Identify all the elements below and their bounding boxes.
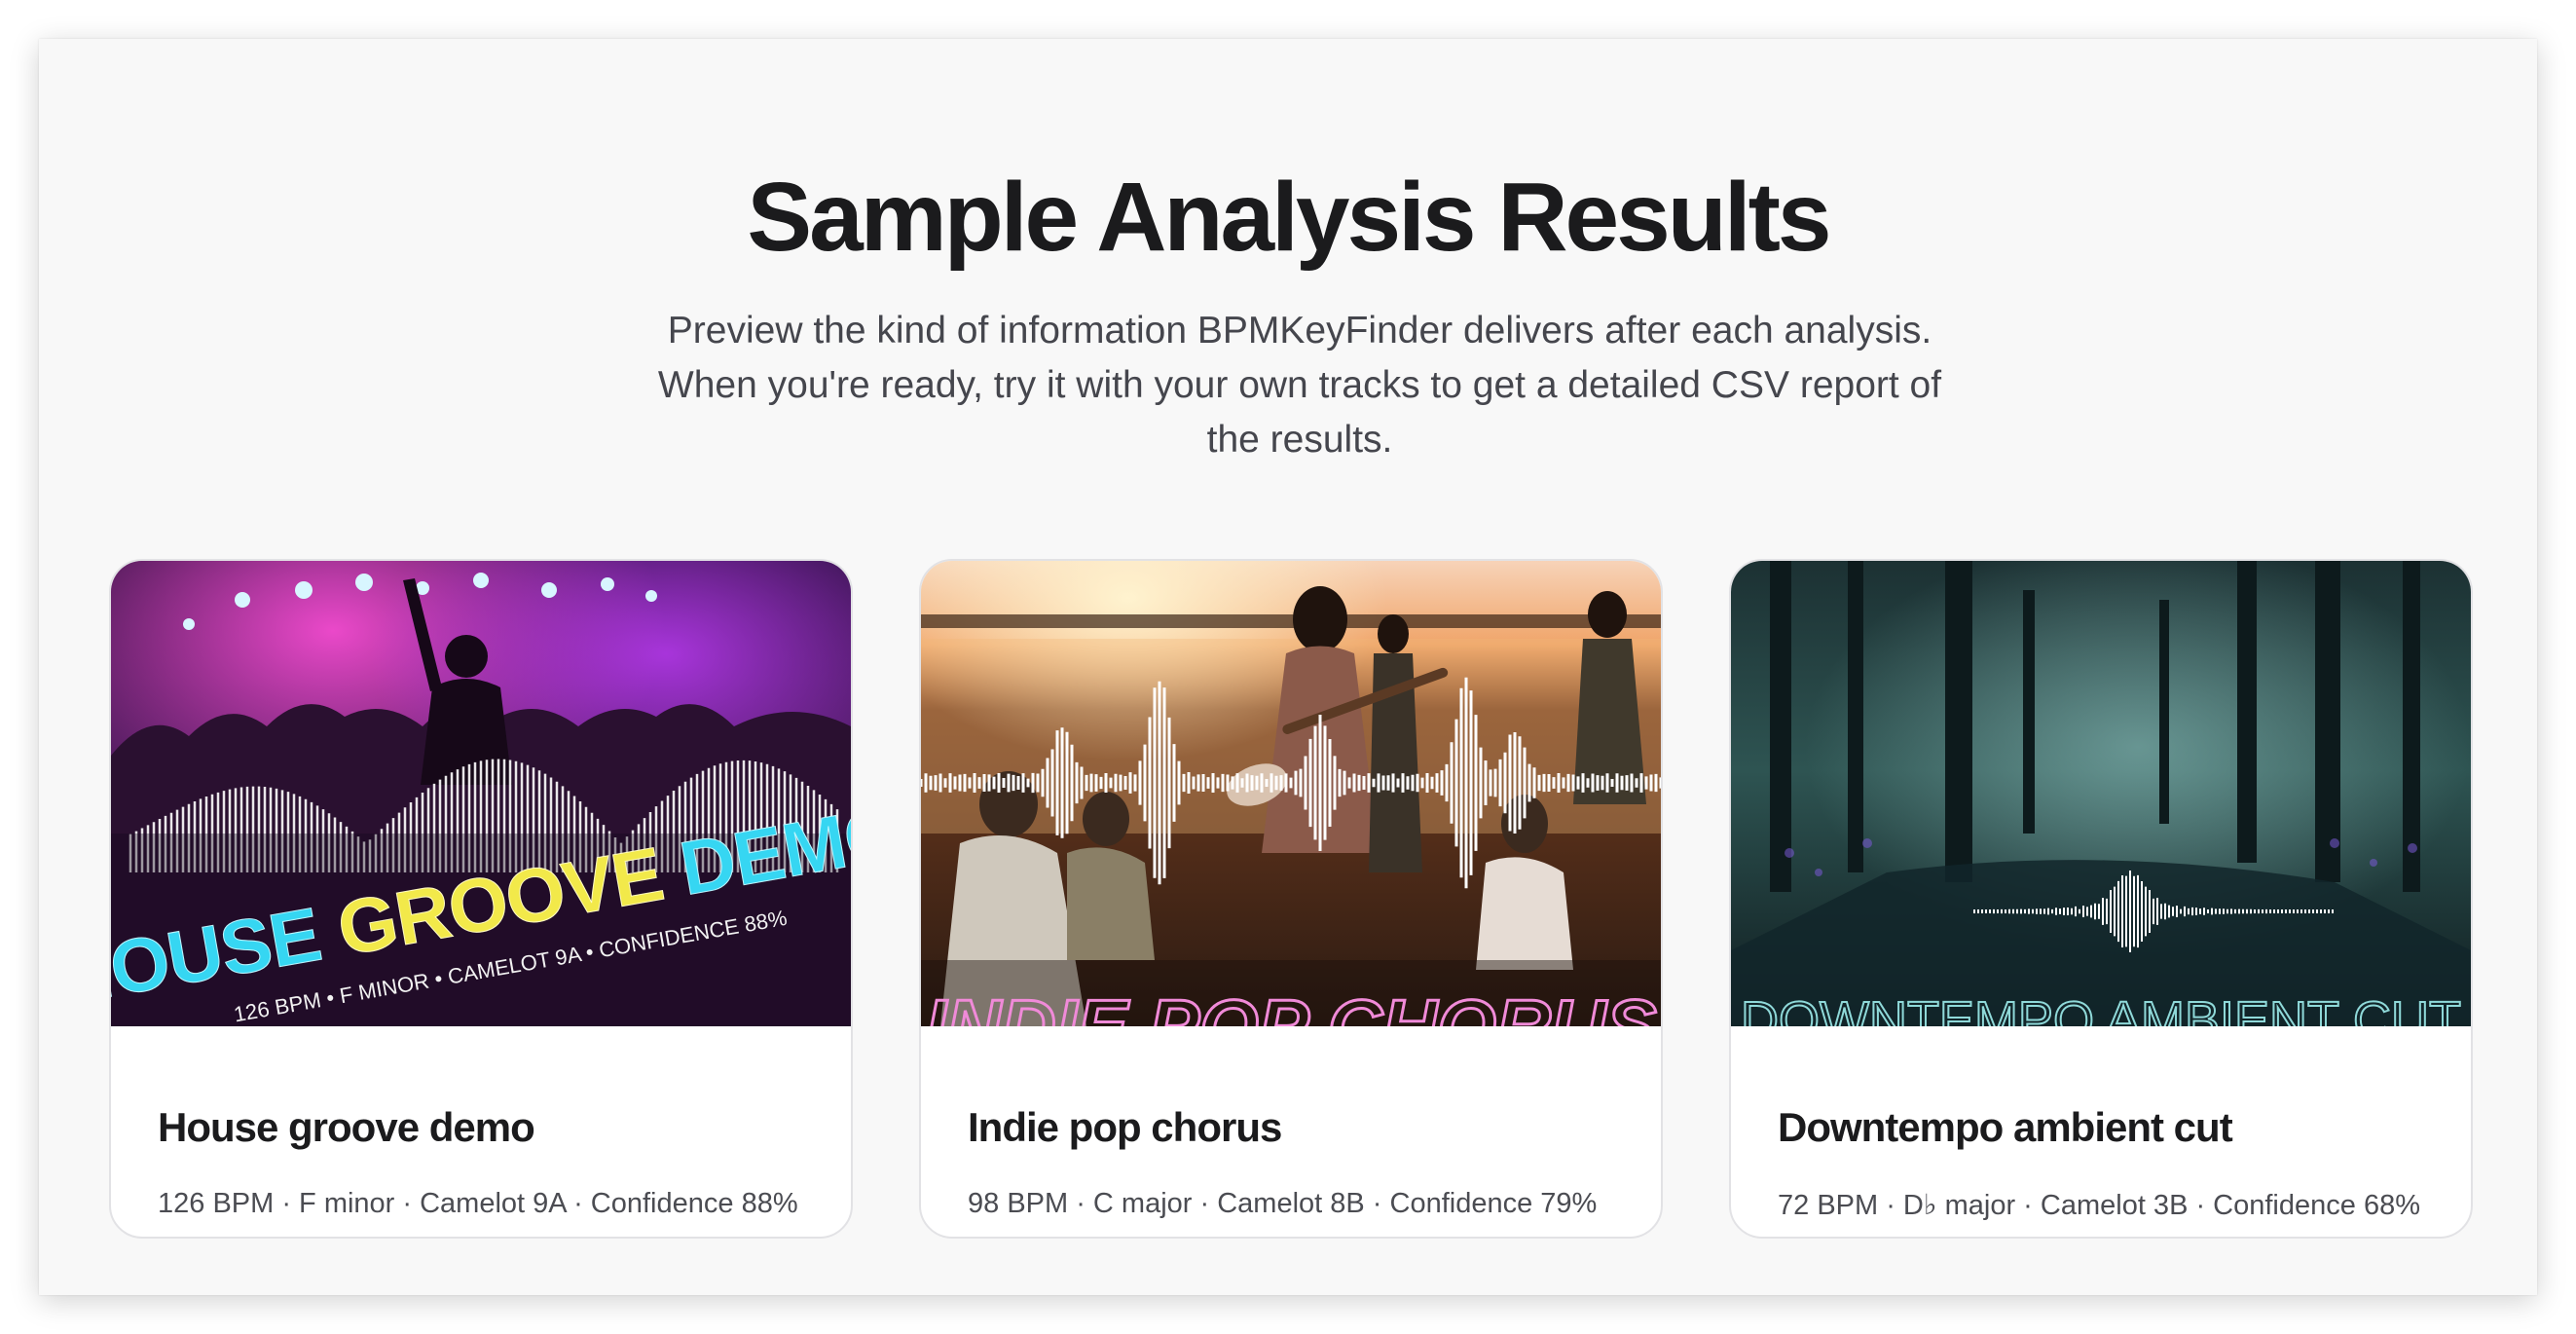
card-title: Downtempo ambient cut [1778,1104,2233,1150]
section-subtitle: Preview the kind of information BPMKeyFi… [657,310,1942,461]
downtempo-cover-art: DOWNTEMPO AMBIENT CUT [1731,561,2471,1026]
result-card-downtempo[interactable]: DOWNTEMPO AMBIENT CUT Downtempo ambient … [1729,559,2473,1239]
indie-overlay-title: INDIE POP CHORUS [925,983,1656,1026]
indie-cover-art: INDIE POP CHORUS [921,561,1661,1026]
card-meta: 72 BPM · D♭ major · Camelot 3B · Confide… [1778,1190,2420,1221]
card-image-downtempo: DOWNTEMPO AMBIENT CUT [1731,561,2471,1026]
card-meta: 126 BPM · F minor · Camelot 9A · Confide… [158,1188,798,1219]
card-meta: 98 BPM · C major · Camelot 8B · Confiden… [968,1188,1598,1219]
result-card-indie[interactable]: INDIE POP CHORUS Indie pop chorus 98 BPM… [919,559,1663,1239]
card-title: Indie pop chorus [968,1104,1282,1150]
card-image-indie: INDIE POP CHORUS [921,561,1661,1026]
card-image-house: HOUSE GROOVE DEMO 126 BPM • F MINOR • CA… [111,561,851,1026]
downtempo-overlay-title: DOWNTEMPO AMBIENT CUT [1741,991,2461,1026]
section-title: Sample Analysis Results [747,163,1831,272]
result-card-house[interactable]: HOUSE GROOVE DEMO 126 BPM • F MINOR • CA… [109,559,853,1239]
house-cover-art: HOUSE GROOVE DEMO 126 BPM • F MINOR • CA… [111,561,851,1026]
card-title: House groove demo [158,1104,535,1150]
results-section: Sample Analysis Results Preview the kind… [39,39,2537,1295]
